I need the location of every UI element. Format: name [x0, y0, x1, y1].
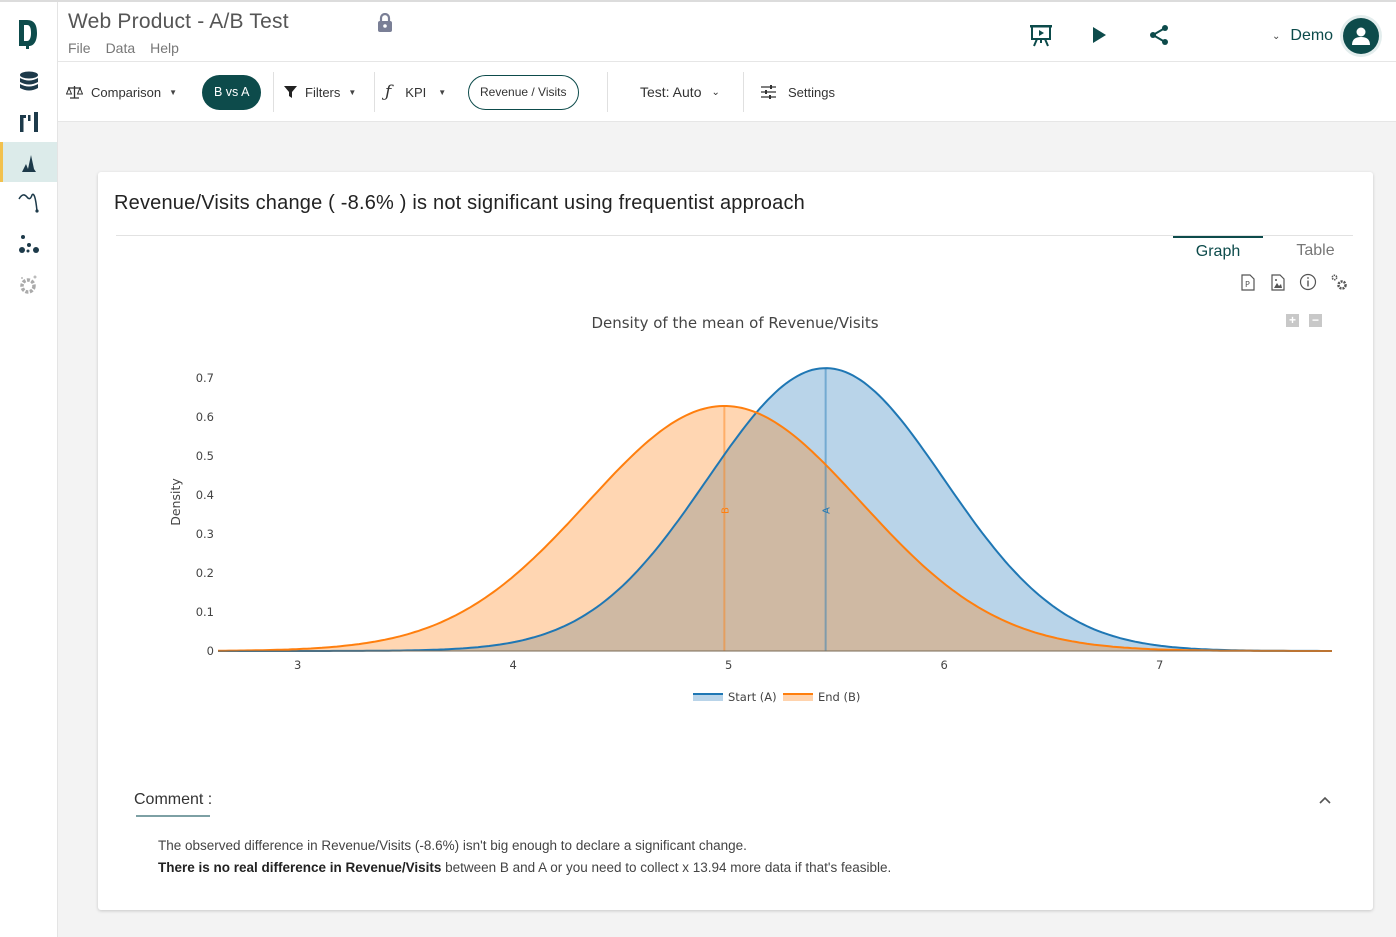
menu-bar: File Data Help [68, 40, 179, 56]
sidebar-item-trend[interactable] [0, 182, 57, 222]
comment-line-2-rest: between B and A or you need to collect x… [441, 860, 892, 875]
toolbar: Comparison ▼ B vs A Filters ▼ ƒ KPI ▼ Re… [58, 62, 1396, 122]
sidebar-item-scatter[interactable] [0, 224, 57, 264]
comment-line-2: There is no real difference in Revenue/V… [158, 857, 891, 879]
gear-icon [19, 275, 36, 294]
share-button[interactable] [1146, 22, 1172, 48]
filter-icon [284, 86, 297, 98]
toolbar-divider [607, 72, 608, 112]
caret-down-icon: ▼ [169, 87, 178, 97]
comparison-label: Comparison [91, 84, 162, 100]
y-tick-label: 0.2 [196, 566, 214, 580]
comparison-dropdown[interactable]: Comparison ▼ [66, 62, 177, 122]
presentation-button[interactable] [1028, 22, 1054, 48]
x-tick-label: 4 [510, 658, 517, 672]
user-name: Demo [1290, 27, 1334, 44]
density-icon [22, 155, 36, 172]
density-chart: Density of the mean of Revenue/Visits De… [168, 314, 1332, 704]
settings-button[interactable]: Settings [761, 62, 835, 122]
menu-file[interactable]: File [68, 40, 91, 56]
sidebar-item-columns[interactable] [0, 102, 57, 142]
comment-text: The observed difference in Revenue/Visit… [158, 835, 891, 879]
settings-label: Settings [788, 84, 835, 100]
mean-label-a: A [822, 507, 833, 514]
sidebar [0, 2, 58, 937]
function-icon: ƒ [385, 82, 392, 102]
menu-help[interactable]: Help [150, 40, 179, 56]
avatar[interactable] [1343, 18, 1380, 54]
trend-icon [17, 193, 39, 213]
caret-down-icon: ▼ [438, 87, 447, 97]
menu-data[interactable]: Data [106, 40, 136, 56]
chart-title: Density of the mean of Revenue/Visits [591, 314, 878, 332]
y-tick-label: 0.4 [196, 488, 214, 502]
comment-label: Comment : [134, 791, 213, 808]
comparison-pill[interactable]: B vs A [202, 74, 262, 110]
legend-item-label[interactable]: End (B) [818, 690, 860, 704]
caret-down-icon: ▼ [348, 87, 357, 97]
x-tick-label: 5 [725, 658, 732, 672]
x-tick-label: 3 [294, 658, 301, 672]
play-icon [1093, 27, 1106, 43]
toolbar-divider [743, 72, 744, 112]
scatter-icon [18, 235, 39, 253]
chevron-down-icon: ⌄ [711, 86, 720, 98]
app-logo[interactable] [17, 18, 39, 50]
share-icon [1150, 25, 1168, 45]
result-card: Revenue/Visits change ( -8.6% ) is not s… [98, 172, 1373, 910]
test-type-dropdown[interactable]: Test: Auto ⌄ [640, 62, 720, 122]
run-button[interactable] [1086, 22, 1112, 48]
kpi-value[interactable]: Revenue / Visits [468, 62, 579, 122]
y-tick-label: 0 [207, 644, 214, 658]
kpi-pill[interactable]: Revenue / Visits [468, 74, 579, 110]
toolbar-divider [374, 72, 375, 112]
user-icon [1352, 27, 1371, 45]
x-tick-label: 6 [940, 658, 947, 672]
x-tick-label: 7 [1156, 658, 1163, 672]
toolbar-divider [273, 72, 274, 112]
filters-dropdown[interactable]: Filters ▼ [284, 62, 356, 122]
balance-scale-icon [66, 86, 83, 99]
chevron-down-icon: ⌄ [1272, 30, 1281, 42]
y-tick-label: 0.6 [196, 410, 214, 424]
sidebar-item-database[interactable] [0, 62, 57, 102]
kpi-dropdown[interactable]: ƒ KPI ▼ [385, 62, 446, 122]
user-menu[interactable]: ⌄ Demo [1272, 18, 1380, 54]
test-type-label: Test: Auto [640, 84, 702, 100]
filters-label: Filters [305, 84, 341, 100]
database-icon [19, 71, 38, 91]
y-tick-label: 0.3 [196, 527, 214, 541]
columns-icon [19, 112, 38, 132]
app-title: Web Product - A/B Test [68, 10, 289, 33]
kpi-label: KPI [405, 84, 427, 100]
comparison-value[interactable]: B vs A [202, 62, 262, 122]
y-tick-label: 0.7 [196, 371, 214, 385]
comment-line-1: The observed difference in Revenue/Visit… [158, 838, 747, 853]
y-tick-label: 0.1 [196, 605, 214, 619]
chevron-up-icon[interactable] [1316, 792, 1334, 810]
sidebar-item-density[interactable] [0, 142, 57, 182]
comment-emphasis: There is no real difference in Revenue/V… [158, 860, 442, 875]
y-tick-label: 0.5 [196, 449, 214, 463]
area-b [218, 406, 1332, 651]
comment-underline [136, 815, 210, 817]
sliders-icon [761, 85, 776, 99]
y-axis-label: Density [168, 478, 183, 526]
presentation-icon [1030, 25, 1052, 47]
lock-icon[interactable] [376, 13, 394, 33]
mean-label-b: B [720, 507, 731, 514]
legend-item-label[interactable]: Start (A) [728, 690, 777, 704]
sidebar-item-gear[interactable] [0, 264, 57, 304]
app-header: Web Product - A/B Test File Data Help ⌄ … [58, 2, 1396, 62]
